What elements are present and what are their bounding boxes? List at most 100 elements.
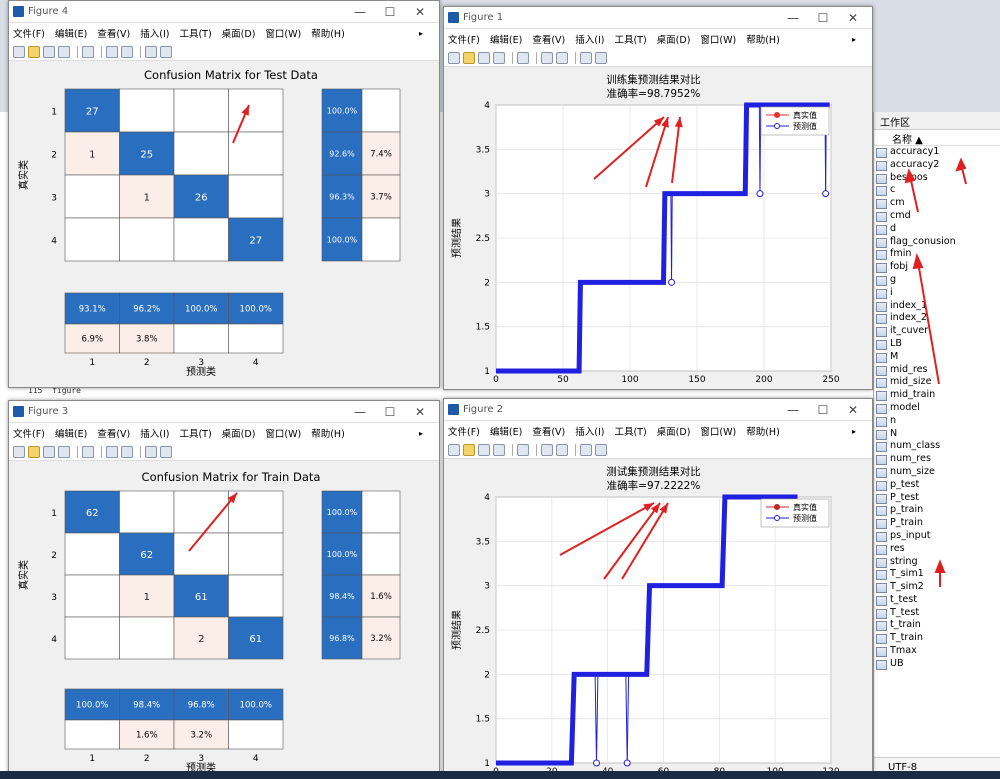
row-tick-label: 3 [51, 194, 57, 204]
open-icon[interactable] [463, 443, 475, 456]
menu-item[interactable]: 插入(I) [140, 426, 169, 440]
print-icon[interactable] [58, 45, 70, 58]
menu-item[interactable]: 编辑(E) [490, 424, 522, 438]
maximize-button[interactable]: ☐ [808, 403, 838, 417]
menu-item[interactable]: 桌面(D) [222, 426, 256, 440]
panel-icon[interactable] [595, 443, 607, 456]
close-button[interactable]: ✕ [838, 403, 868, 417]
maximize-button[interactable]: ☐ [808, 11, 838, 25]
col-tick-label: 1 [89, 358, 95, 368]
x-tick-label: 150 [688, 375, 705, 385]
annot-arrow-head [934, 559, 946, 573]
separator [101, 445, 102, 458]
minimize-button[interactable]: — [778, 403, 808, 417]
open-icon[interactable] [28, 45, 40, 58]
maximize-button[interactable]: ☐ [375, 5, 405, 19]
link-icon[interactable] [82, 45, 94, 58]
link-icon[interactable] [517, 443, 529, 456]
y-axis-label: 真实类 [17, 160, 30, 190]
menu-item[interactable]: 桌面(D) [657, 424, 691, 438]
menu-item[interactable]: 帮助(H) [311, 426, 345, 440]
menu-item[interactable]: 编辑(E) [55, 26, 87, 40]
menu-item[interactable]: 帮助(H) [311, 26, 345, 40]
print-icon[interactable] [58, 445, 70, 458]
menu-item[interactable]: 窗口(W) [265, 26, 301, 40]
menu-overflow-icon[interactable]: ▸ [419, 429, 423, 438]
prediction-line-chart: 0 50 100 150 200 250 1 1.5 2 2.5 3 3.5 4 训练集预测结果对比准确率… [450, 73, 840, 385]
open-icon[interactable] [463, 51, 475, 64]
menu-item[interactable]: 文件(F) [13, 26, 45, 40]
open-icon[interactable] [28, 445, 40, 458]
menu-item[interactable]: 查看(V) [97, 26, 130, 40]
menu-overflow-icon[interactable]: ▸ [852, 427, 856, 436]
panel-icon[interactable] [160, 445, 172, 458]
matrix-cell [228, 574, 284, 618]
close-button[interactable]: ✕ [838, 11, 868, 25]
menu-item[interactable]: 查看(V) [532, 424, 565, 438]
menu-item[interactable]: 帮助(H) [746, 32, 780, 46]
save-icon[interactable] [43, 445, 55, 458]
pointer-icon[interactable] [580, 51, 592, 64]
separator [536, 443, 537, 456]
menu-overflow-icon[interactable]: ▸ [852, 35, 856, 44]
menu-item[interactable]: 文件(F) [13, 426, 45, 440]
menu-item[interactable]: 窗口(W) [700, 32, 736, 46]
close-button[interactable]: ✕ [405, 5, 435, 19]
menu-item[interactable]: 桌面(D) [657, 32, 691, 46]
menu-item[interactable]: 查看(V) [532, 32, 565, 46]
menu-item[interactable]: 文件(F) [448, 32, 480, 46]
menu-item[interactable]: 编辑(E) [55, 426, 87, 440]
colorbar-icon[interactable] [541, 443, 553, 456]
menu-item[interactable]: 桌面(D) [222, 26, 256, 40]
col-tick-label: 4 [253, 754, 259, 764]
x-tick-label: 200 [755, 375, 772, 385]
legend-icon[interactable] [121, 445, 133, 458]
pointer-icon[interactable] [145, 445, 157, 458]
panel-icon[interactable] [595, 51, 607, 64]
menu-item[interactable]: 窗口(W) [700, 424, 736, 438]
link-icon[interactable] [517, 51, 529, 64]
save-icon[interactable] [43, 45, 55, 58]
minimize-button[interactable]: — [345, 5, 375, 19]
menu-item[interactable]: 编辑(E) [490, 32, 522, 46]
legend-icon[interactable] [556, 51, 568, 64]
colorbar-icon[interactable] [106, 45, 118, 58]
new-icon[interactable] [448, 51, 460, 64]
minimize-button[interactable]: — [778, 11, 808, 25]
print-icon[interactable] [493, 443, 505, 456]
menu-item[interactable]: 插入(I) [575, 424, 604, 438]
menu-item[interactable]: 工具(T) [179, 26, 211, 40]
menu-item[interactable]: 插入(I) [575, 32, 604, 46]
row-summary-cell [361, 490, 401, 534]
print-icon[interactable] [493, 51, 505, 64]
panel-icon[interactable] [160, 45, 172, 58]
colorbar-icon[interactable] [106, 445, 118, 458]
menu-overflow-icon[interactable]: ▸ [419, 29, 423, 38]
menu-item[interactable]: 工具(T) [179, 426, 211, 440]
maximize-button[interactable]: ☐ [375, 405, 405, 419]
minimize-button[interactable]: — [345, 405, 375, 419]
menu-item[interactable]: 文件(F) [448, 424, 480, 438]
new-icon[interactable] [13, 445, 25, 458]
menu-item[interactable]: 工具(T) [614, 424, 646, 438]
matrix-cell [173, 217, 229, 262]
legend-icon[interactable] [556, 443, 568, 456]
legend-icon[interactable] [121, 45, 133, 58]
menu-item[interactable]: 查看(V) [97, 426, 130, 440]
menu-item[interactable]: 插入(I) [140, 26, 169, 40]
link-icon[interactable] [82, 445, 94, 458]
pointer-icon[interactable] [145, 45, 157, 58]
row-tick-label: 4 [51, 635, 57, 645]
save-icon[interactable] [478, 51, 490, 64]
close-button[interactable]: ✕ [405, 405, 435, 419]
title-bar: Figure 1 — ☐ ✕ [444, 7, 872, 29]
new-icon[interactable] [448, 443, 460, 456]
menu-item[interactable]: 工具(T) [614, 32, 646, 46]
save-icon[interactable] [478, 443, 490, 456]
matrix-cell [64, 532, 120, 576]
menu-item[interactable]: 窗口(W) [265, 426, 301, 440]
pointer-icon[interactable] [580, 443, 592, 456]
menu-item[interactable]: 帮助(H) [746, 424, 780, 438]
colorbar-icon[interactable] [541, 51, 553, 64]
new-icon[interactable] [13, 45, 25, 58]
